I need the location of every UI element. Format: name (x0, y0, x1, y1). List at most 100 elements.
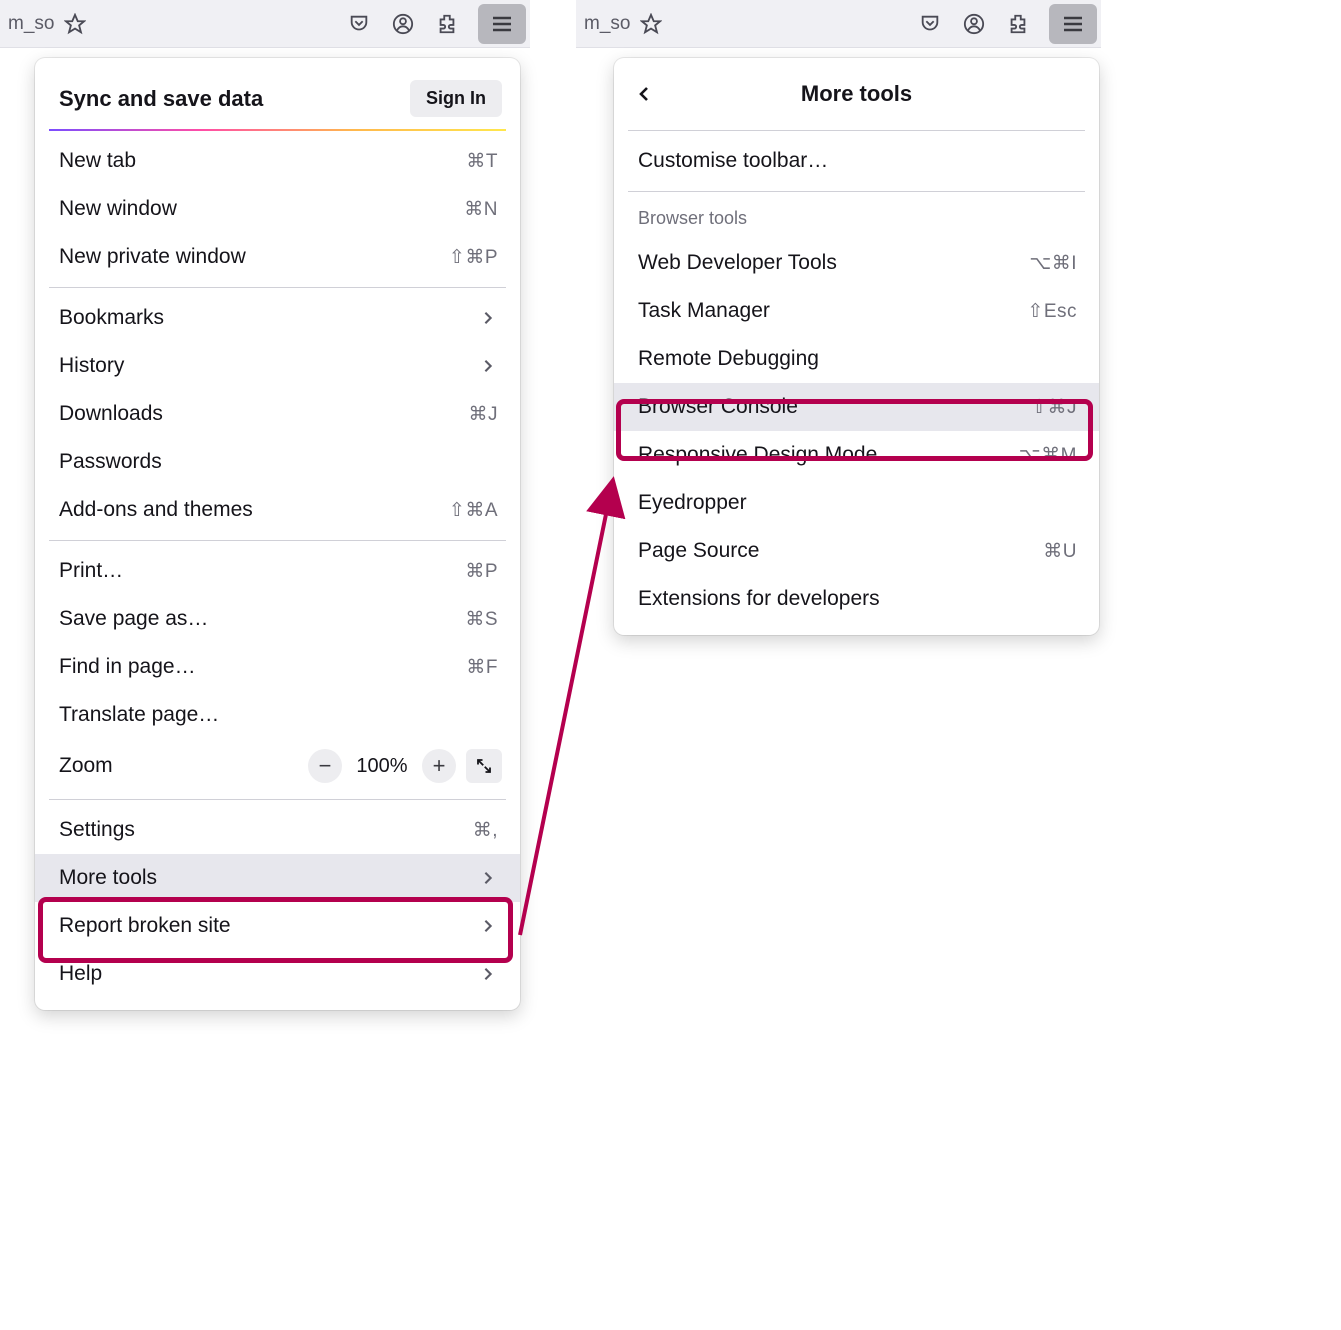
chevron-right-icon (478, 964, 498, 984)
menu-separator (49, 287, 506, 288)
extensions-icon[interactable] (1005, 11, 1031, 37)
annotation-arrow (510, 425, 630, 955)
menu-label: Customise toolbar… (638, 149, 1077, 173)
rainbow-separator (49, 129, 506, 131)
browser-toolbar: m_so (0, 0, 530, 48)
menu-label: Eyedropper (638, 491, 1077, 515)
submenu-title: More tools (614, 81, 1099, 107)
star-icon[interactable] (638, 11, 664, 37)
sign-in-button[interactable]: Sign In (410, 80, 502, 117)
more-tools-dropdown: More tools Customise toolbar… Browser to… (614, 58, 1099, 635)
menu-settings[interactable]: Settings ⌘, (35, 806, 520, 854)
menu-label: Print… (59, 559, 465, 583)
url-fragment: m_so (8, 11, 328, 37)
menu-separator (628, 191, 1085, 192)
menu-separator (49, 540, 506, 541)
zoom-in-button[interactable]: + (422, 749, 456, 783)
menu-label: Add-ons and themes (59, 498, 449, 522)
star-icon[interactable] (62, 11, 88, 37)
menu-label: Report broken site (59, 914, 478, 938)
menu-remote-debugging[interactable]: Remote Debugging (614, 335, 1099, 383)
menu-label: Bookmarks (59, 306, 478, 330)
menu-history[interactable]: History (35, 342, 520, 390)
chevron-right-icon (478, 356, 498, 376)
menu-label: Help (59, 962, 478, 986)
menu-save-page[interactable]: Save page as… ⌘S (35, 595, 520, 643)
back-button[interactable] (632, 82, 656, 106)
menu-label: Settings (59, 818, 473, 842)
menu-find-in-page[interactable]: Find in page… ⌘F (35, 643, 520, 691)
menu-label: Task Manager (638, 299, 1027, 323)
zoom-out-button[interactable]: − (308, 749, 342, 783)
menu-label: History (59, 354, 478, 378)
menu-label: Downloads (59, 402, 469, 426)
shortcut-text: ⇧⌘P (449, 246, 498, 269)
chevron-right-icon (478, 916, 498, 936)
shortcut-text: ⌥⌘M (1019, 444, 1077, 467)
main-menu-dropdown: Sync and save data Sign In New tab ⌘T Ne… (35, 58, 520, 1010)
menu-customise-toolbar[interactable]: Customise toolbar… (614, 137, 1099, 185)
menu-bookmarks[interactable]: Bookmarks (35, 294, 520, 342)
menu-downloads[interactable]: Downloads ⌘J (35, 390, 520, 438)
menu-translate[interactable]: Translate page… (35, 691, 520, 739)
menu-print[interactable]: Print… ⌘P (35, 547, 520, 595)
shortcut-text: ⌘P (465, 560, 498, 583)
menu-label: Remote Debugging (638, 347, 1077, 371)
account-icon[interactable] (961, 11, 987, 37)
url-fragment: m_so (584, 11, 899, 37)
shortcut-text: ⇧⌘J (1031, 396, 1077, 419)
sync-header: Sync and save data Sign In (35, 66, 520, 129)
pocket-icon[interactable] (346, 11, 372, 37)
menu-extensions-dev[interactable]: Extensions for developers (614, 575, 1099, 623)
main-menu-window: m_so Sync and save data Sign In New tab … (0, 0, 530, 48)
zoom-label: Zoom (59, 754, 298, 778)
shortcut-text: ⌘S (465, 608, 498, 631)
menu-separator (628, 130, 1085, 131)
more-tools-window: m_so More tools Customise toolbar… (576, 0, 1101, 48)
fullscreen-button[interactable] (466, 749, 502, 783)
menu-new-tab[interactable]: New tab ⌘T (35, 137, 520, 185)
menu-more-tools[interactable]: More tools (35, 854, 520, 902)
section-label: Browser tools (614, 198, 1099, 239)
account-icon[interactable] (390, 11, 416, 37)
menu-label: Responsive Design Mode (638, 443, 1019, 467)
menu-web-developer-tools[interactable]: Web Developer Tools ⌥⌘I (614, 239, 1099, 287)
shortcut-text: ⌘T (466, 150, 498, 173)
menu-eyedropper[interactable]: Eyedropper (614, 479, 1099, 527)
menu-task-manager[interactable]: Task Manager ⇧Esc (614, 287, 1099, 335)
menu-new-private-window[interactable]: New private window ⇧⌘P (35, 233, 520, 281)
menu-passwords[interactable]: Passwords (35, 438, 520, 486)
chevron-right-icon (478, 868, 498, 888)
sync-title: Sync and save data (59, 86, 263, 112)
url-text: m_so (8, 13, 54, 35)
hamburger-menu-button[interactable] (1049, 4, 1097, 44)
menu-label: Find in page… (59, 655, 466, 679)
shortcut-text: ⌥⌘I (1029, 252, 1077, 275)
menu-help[interactable]: Help (35, 950, 520, 998)
menu-label: Page Source (638, 539, 1043, 563)
shortcut-text: ⌘, (473, 819, 498, 842)
menu-label: New tab (59, 149, 466, 173)
shortcut-text: ⌘U (1043, 540, 1077, 563)
menu-label: Web Developer Tools (638, 251, 1029, 275)
shortcut-text: ⌘F (466, 656, 498, 679)
menu-label: Passwords (59, 450, 498, 474)
menu-responsive-design[interactable]: Responsive Design Mode ⌥⌘M (614, 431, 1099, 479)
menu-new-window[interactable]: New window ⌘N (35, 185, 520, 233)
zoom-value: 100% (352, 755, 412, 778)
hamburger-menu-button[interactable] (478, 4, 526, 44)
shortcut-text: ⌘N (464, 198, 498, 221)
menu-report-broken[interactable]: Report broken site (35, 902, 520, 950)
menu-label: New window (59, 197, 464, 221)
pocket-icon[interactable] (917, 11, 943, 37)
menu-browser-console[interactable]: Browser Console ⇧⌘J (614, 383, 1099, 431)
browser-toolbar: m_so (576, 0, 1101, 48)
menu-zoom: Zoom − 100% + (35, 739, 520, 793)
menu-page-source[interactable]: Page Source ⌘U (614, 527, 1099, 575)
extensions-icon[interactable] (434, 11, 460, 37)
menu-label: Browser Console (638, 395, 1031, 419)
menu-addons[interactable]: Add-ons and themes ⇧⌘A (35, 486, 520, 534)
chevron-right-icon (478, 308, 498, 328)
shortcut-text: ⌘J (469, 403, 499, 426)
menu-label: Extensions for developers (638, 587, 1077, 611)
